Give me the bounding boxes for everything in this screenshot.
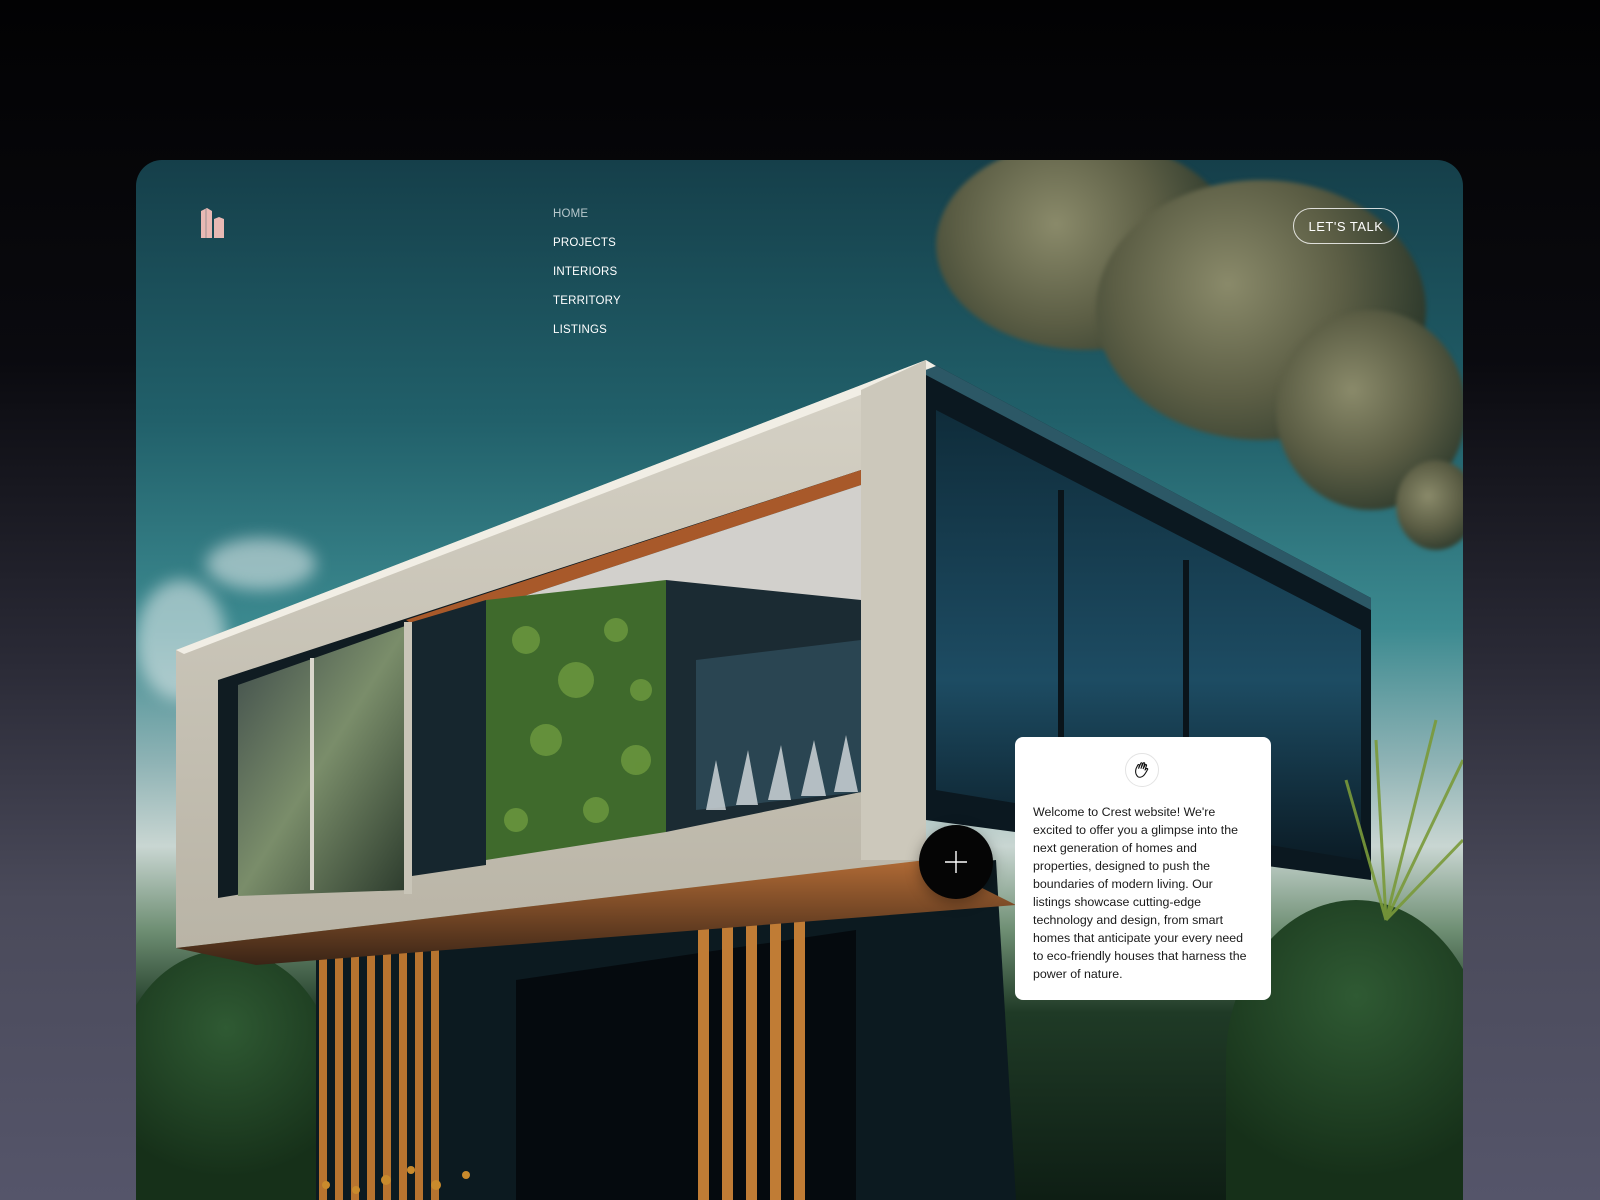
nav-item-territory[interactable]: TERRITORY: [553, 293, 621, 322]
waving-hand-icon: [1125, 753, 1159, 787]
nav-item-interiors[interactable]: INTERIORS: [553, 264, 621, 293]
main-nav: HOME PROJECTS INTERIORS TERRITORY LISTIN…: [553, 206, 621, 351]
nav-item-listings[interactable]: LISTINGS: [553, 322, 621, 351]
nav-item-projects[interactable]: PROJECTS: [553, 235, 621, 264]
welcome-text: Welcome to Crest website! We're excited …: [1033, 805, 1247, 981]
lets-talk-button[interactable]: LET'S TALK: [1293, 208, 1399, 244]
nav-item-home[interactable]: HOME: [553, 206, 621, 235]
building-logo-icon[interactable]: [198, 206, 232, 240]
hero-frame: HOME PROJECTS INTERIORS TERRITORY LISTIN…: [136, 160, 1463, 1200]
welcome-card: Welcome to Crest website! We're excited …: [1015, 737, 1271, 1000]
expand-button[interactable]: [919, 825, 993, 899]
modern-house-illustration: [176, 360, 1463, 1200]
plus-icon: [945, 851, 967, 873]
